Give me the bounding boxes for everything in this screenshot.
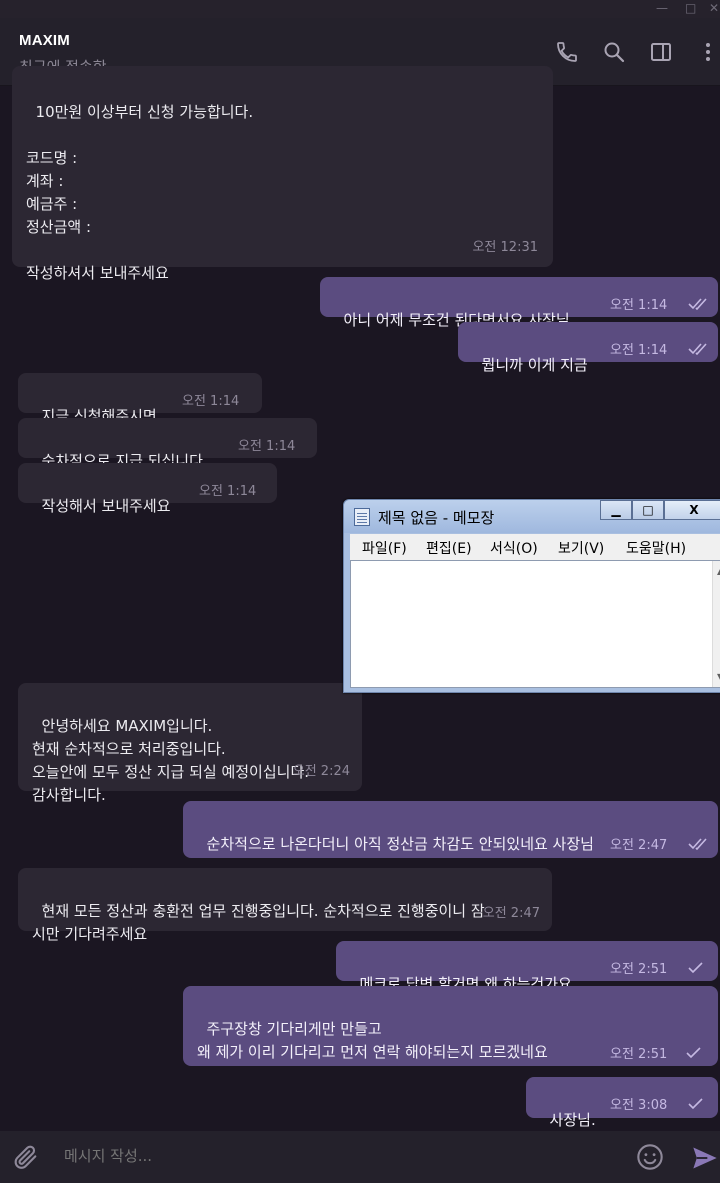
notepad-text-area[interactable]: ▲ ▼ (350, 560, 720, 688)
minimize-icon[interactable]: — (656, 1, 668, 15)
message-incoming[interactable]: 작성해서 보내주세요 오전 1:14 (18, 463, 277, 515)
message-text: 순차적으로 나온다더니 아직 정산금 차감도 안되있네요 사장님 (206, 835, 594, 853)
double-check-icon (688, 343, 707, 355)
message-time: 오전 2:51 (610, 1047, 668, 1062)
message-composer (0, 1131, 720, 1183)
menu-edit[interactable]: 편집(E) (426, 538, 472, 558)
message-outgoing[interactable]: 뭡니까 이게 지금 오전 1:14 (458, 322, 718, 374)
message-text: 주구장창 기다리게만 만들고 왜 제가 이리 기다리고 먼저 연락 해야되는지 … (197, 1020, 548, 1061)
double-check-icon (688, 838, 707, 850)
window-controls-strip: — □ ✕ (0, 0, 720, 18)
message-text: 10만원 이상부터 신청 가능합니다. 코드명 : 계좌 : 예금주 : 정산금… (26, 103, 254, 282)
message-incoming[interactable]: 10만원 이상부터 신청 가능합니다. 코드명 : 계좌 : 예금주 : 정산금… (12, 66, 553, 282)
message-incoming[interactable]: 안녕하세요 MAXIM입니다. 현재 순차적으로 처리중입니다. 오늘안에 모두… (18, 683, 362, 804)
menu-file[interactable]: 파일(F) (362, 538, 407, 558)
search-icon[interactable] (602, 40, 626, 64)
notepad-maximize-button[interactable]: □ (632, 500, 664, 520)
maximize-icon[interactable]: □ (685, 1, 696, 15)
single-check-icon (688, 1098, 703, 1110)
emoji-icon[interactable] (636, 1143, 664, 1171)
notepad-scrollbar[interactable]: ▲ ▼ (712, 561, 720, 687)
message-incoming[interactable]: 지금 신청해주시면 오전 1:14 (18, 373, 262, 425)
message-time: 오전 1:14 (238, 439, 296, 454)
double-check-icon (688, 298, 707, 310)
notepad-title: 제목 없음 - 메모장 (378, 509, 495, 527)
message-incoming[interactable]: 현재 모든 정산과 충환전 업무 진행중입니다. 순차적으로 진행중이니 잠 시… (18, 868, 552, 943)
message-text: 사장님. (549, 1111, 596, 1129)
message-time: 오전 1:14 (199, 484, 257, 499)
message-outgoing[interactable]: 아니 어제 무조건 된다면서요 사장님 오전 1:14 (320, 277, 718, 329)
send-icon[interactable] (691, 1144, 719, 1172)
attach-icon[interactable] (12, 1143, 40, 1171)
message-time: 오전 2:24 (292, 764, 350, 779)
message-time: 오전 2:47 (482, 906, 540, 921)
notepad-minimize-button[interactable]: ▁ (600, 500, 632, 520)
message-incoming[interactable]: 순차적으로 지급 되십니다. 오전 1:14 (18, 418, 317, 470)
close-icon[interactable]: ✕ (709, 1, 719, 15)
menu-help[interactable]: 도움말(H) (626, 538, 686, 558)
message-time: 오전 12:31 (472, 240, 538, 255)
single-check-icon (686, 1047, 701, 1059)
message-time: 오전 2:51 (610, 962, 668, 977)
message-outgoing[interactable]: 주구장창 기다리게만 만들고 왜 제가 이리 기다리고 먼저 연락 해야되는지 … (183, 986, 718, 1066)
message-time: 오전 1:14 (610, 298, 668, 313)
message-time: 오전 1:14 (182, 394, 240, 409)
notepad-app-icon (354, 508, 370, 526)
message-time: 오전 3:08 (610, 1098, 668, 1113)
menu-view[interactable]: 보기(V) (558, 538, 604, 558)
message-time: 오전 1:14 (610, 343, 668, 358)
message-text: 작성해서 보내주세요 (41, 497, 171, 515)
menu-format[interactable]: 서식(O) (490, 538, 538, 558)
message-outgoing[interactable]: 사장님. 오전 3:08 (526, 1077, 718, 1129)
notepad-menubar: 파일(F) 편집(E) 서식(O) 보기(V) 도움말(H) (350, 534, 720, 560)
notepad-close-button[interactable]: X (664, 500, 720, 520)
message-text: 현재 모든 정산과 충환전 업무 진행중입니다. 순차적으로 진행중이니 잠 시… (32, 902, 485, 943)
message-text: 안녕하세요 MAXIM입니다. 현재 순차적으로 처리중입니다. 오늘안에 모두… (32, 717, 310, 804)
chat-title[interactable]: MAXIM (19, 32, 70, 49)
message-outgoing[interactable]: 메크로 답변 할거면 왜 하는건가요 오전 2:51 (336, 941, 718, 993)
single-check-icon (688, 962, 703, 974)
notepad-window[interactable]: 제목 없음 - 메모장 ▁ □ X 파일(F) 편집(E) 서식(O) 보기(V… (343, 499, 720, 693)
message-input[interactable] (64, 1147, 604, 1165)
phone-icon[interactable] (555, 40, 579, 64)
notepad-titlebar[interactable]: 제목 없음 - 메모장 ▁ □ X (344, 500, 720, 533)
message-outgoing[interactable]: 순차적으로 나온다더니 아직 정산금 차감도 안되있네요 사장님 오전 2:47 (183, 801, 718, 858)
more-options-icon[interactable] (696, 40, 720, 64)
message-time: 오전 2:47 (610, 838, 668, 853)
sidebar-toggle-icon[interactable] (649, 40, 673, 64)
message-text: 뭡니까 이게 지금 (481, 356, 588, 374)
